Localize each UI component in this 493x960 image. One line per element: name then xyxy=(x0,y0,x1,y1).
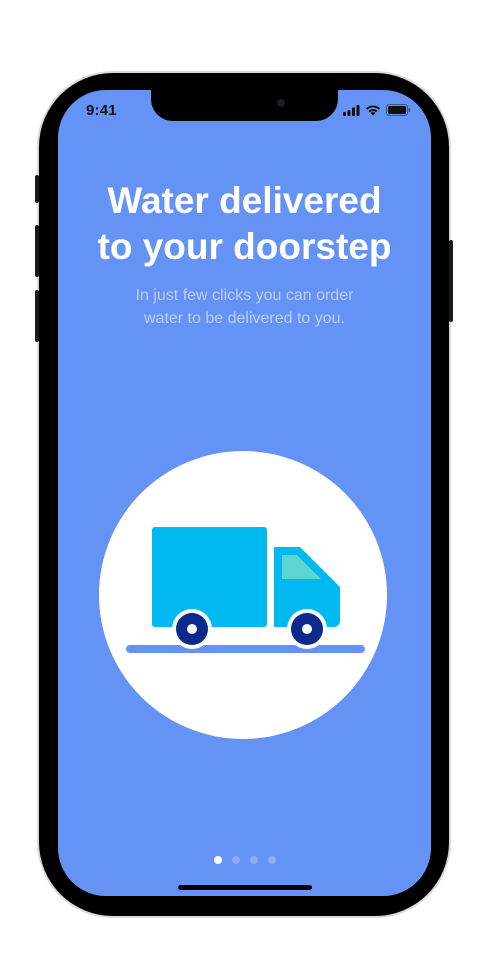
status-icons xyxy=(343,104,411,116)
wifi-icon xyxy=(366,105,380,115)
title-line-1: Water delivered xyxy=(107,180,382,221)
notch xyxy=(151,90,338,121)
status-time: 9:41 xyxy=(86,102,117,119)
page-dot-3[interactable] xyxy=(249,856,258,864)
phone-screen: 9:41 Water delivered to your doorstep In… xyxy=(58,90,431,896)
illustration-circle xyxy=(99,451,387,739)
page-dot-1[interactable] xyxy=(213,856,222,864)
side-button-left-3 xyxy=(35,290,39,342)
onboarding-title: Water delivered to your doorstep xyxy=(58,178,431,270)
home-indicator[interactable] xyxy=(178,885,312,890)
camera-icon xyxy=(277,99,285,107)
delivery-truck-icon xyxy=(126,527,365,653)
signal-icon xyxy=(343,104,360,116)
battery-icon xyxy=(386,104,411,116)
side-button-left-1 xyxy=(35,175,39,203)
onboarding-subtitle: In just few clicks you can order water t… xyxy=(88,284,401,330)
page-indicator[interactable] xyxy=(58,856,431,864)
subtitle-line-1: In just few clicks you can order xyxy=(135,287,354,304)
title-line-2: to your doorstep xyxy=(97,226,392,267)
canvas: 9:41 Water delivered to your doorstep In… xyxy=(0,0,493,960)
side-button-left-2 xyxy=(35,225,39,277)
page-dot-4[interactable] xyxy=(267,856,276,864)
page-dot-2[interactable] xyxy=(231,856,240,864)
subtitle-line-2: water to be delivered to you. xyxy=(143,310,345,327)
side-button-right xyxy=(449,240,453,322)
